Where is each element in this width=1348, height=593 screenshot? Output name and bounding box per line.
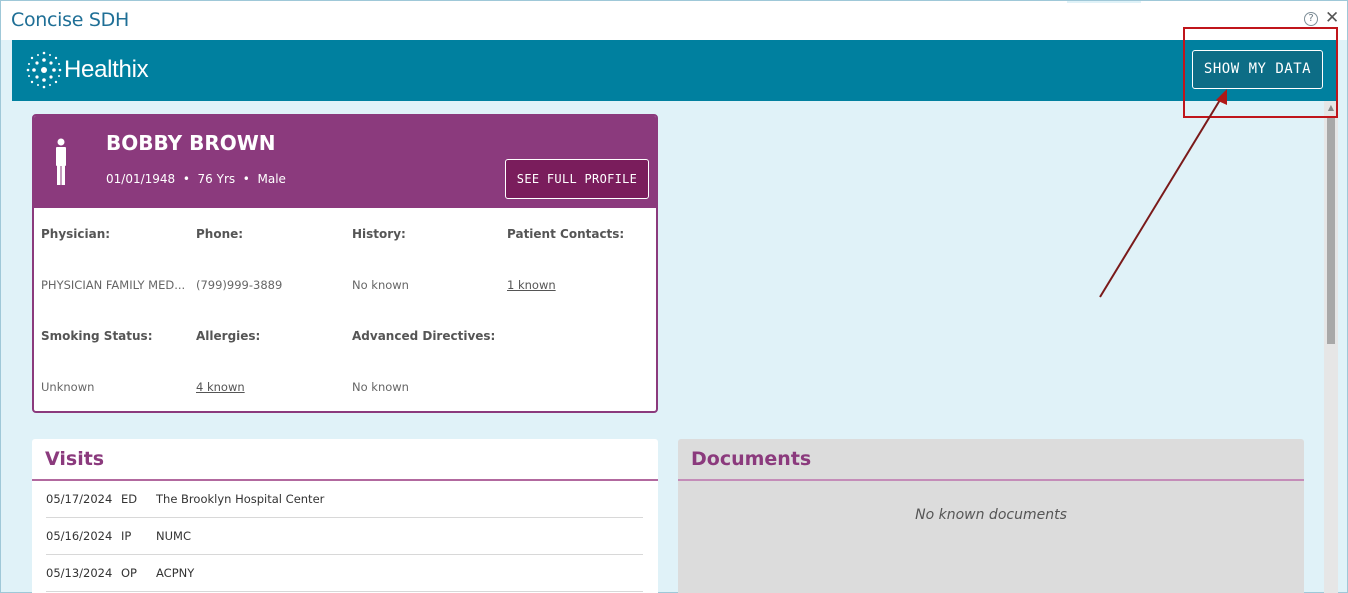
profile-header: BOBBY BROWN 01/01/1948 • 76 Yrs • Male S…	[34, 116, 656, 208]
visits-panel: Visits 05/17/2024 ED The Brooklyn Hospit…	[32, 439, 658, 593]
visit-facility: NUMC	[156, 529, 191, 543]
patient-gender: Male	[257, 172, 286, 186]
visit-type: IP	[121, 529, 132, 543]
logo-text: Healthix	[64, 56, 149, 83]
patient-dob: 01/01/1948	[106, 172, 176, 186]
smoking-status-value: Unknown	[41, 380, 95, 394]
documents-divider	[678, 479, 1304, 481]
physician-label: Physician:	[41, 227, 111, 241]
smoking-status-label: Smoking Status:	[41, 329, 153, 343]
separator: •	[242, 172, 250, 186]
visit-facility: The Brooklyn Hospital Center	[156, 492, 325, 506]
documents-empty-message: No known documents	[915, 507, 1067, 523]
advanced-directives-value: No known	[352, 380, 409, 394]
question-circle-icon[interactable]: ?	[1304, 12, 1318, 26]
see-full-profile-button[interactable]: SEE FULL PROFILE	[505, 159, 649, 199]
title-tab-indicator	[1067, 1, 1141, 3]
documents-panel: Documents No known documents	[678, 439, 1304, 593]
visit-date: 05/17/2024	[46, 492, 113, 506]
patient-profile-card: BOBBY BROWN 01/01/1948 • 76 Yrs • Male S…	[32, 114, 658, 413]
visit-type: ED	[121, 492, 138, 506]
visit-date: 05/13/2024	[46, 566, 113, 580]
concise-sdh-window: Concise SDH ? ✕ Healthix SHOW MY DATA ▲ …	[0, 0, 1348, 593]
history-label: History:	[352, 227, 406, 241]
visit-row[interactable]: 05/13/2024 OP ACPNY	[46, 555, 643, 592]
healthix-logo-icon	[26, 51, 62, 89]
allergies-label: Allergies:	[196, 329, 261, 343]
show-my-data-button[interactable]: SHOW MY DATA	[1192, 50, 1323, 89]
patient-name: BOBBY BROWN	[106, 131, 276, 155]
annotation-arrow-icon	[1099, 89, 1227, 298]
separator: •	[182, 172, 190, 186]
close-icon[interactable]: ✕	[1325, 8, 1339, 28]
history-value: No known	[352, 278, 409, 292]
scroll-up-arrow-icon[interactable]: ▲	[1324, 101, 1338, 115]
physician-value: PHYSICIAN FAMILY MED...	[41, 278, 186, 292]
allergies-link[interactable]: 4 known	[196, 380, 245, 394]
patient-demographics: 01/01/1948 • 76 Yrs • Male	[106, 172, 286, 186]
phone-value: (799)999-3889	[196, 278, 283, 292]
visit-facility: ACPNY	[156, 566, 195, 580]
visits-title: Visits	[45, 448, 105, 470]
visit-type: OP	[121, 566, 137, 580]
visit-row[interactable]: 05/17/2024 ED The Brooklyn Hospital Cent…	[46, 481, 643, 518]
documents-title: Documents	[691, 448, 812, 470]
advanced-directives-label: Advanced Directives:	[352, 329, 496, 343]
app-header: Healthix SHOW MY DATA	[12, 40, 1338, 101]
visit-date: 05/16/2024	[46, 529, 113, 543]
window-title: Concise SDH	[11, 9, 129, 31]
title-bar: Concise SDH ? ✕	[1, 1, 1347, 40]
scrollbar-thumb[interactable]	[1327, 118, 1335, 344]
phone-label: Phone:	[196, 227, 244, 241]
patient-contacts-link[interactable]: 1 known	[507, 278, 556, 292]
patient-age: 76 Yrs	[197, 172, 236, 186]
visit-row[interactable]: 05/16/2024 IP NUMC	[46, 518, 643, 555]
patient-contacts-label: Patient Contacts:	[507, 227, 625, 241]
person-icon	[56, 138, 66, 185]
